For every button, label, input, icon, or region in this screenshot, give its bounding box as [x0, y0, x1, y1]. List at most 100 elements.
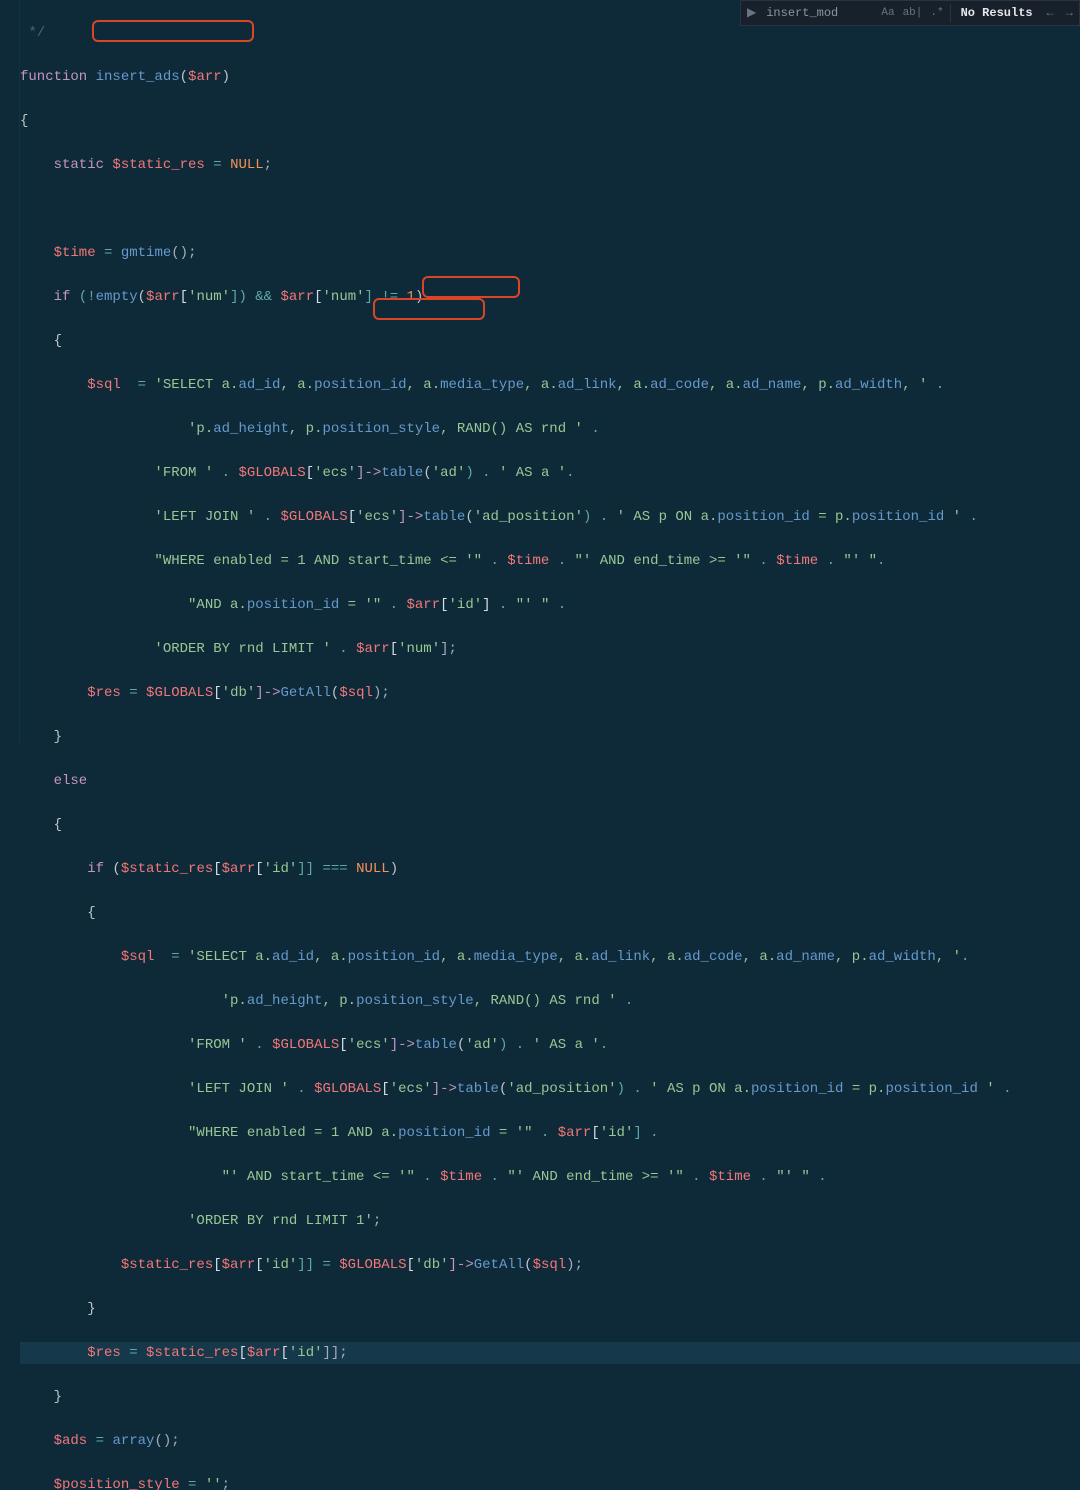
search-regex-toggle[interactable]: .*	[926, 2, 947, 24]
code-text: else	[20, 773, 87, 789]
code-text: "' AND start_time <= '"	[20, 1169, 415, 1185]
code-text: {	[20, 905, 96, 921]
code-text: , a.	[709, 377, 743, 393]
code-text: }	[20, 1301, 96, 1317]
code-text: $arr	[222, 861, 256, 877]
code-text: =	[180, 1477, 205, 1490]
code-text: 'p.	[20, 421, 213, 437]
code-text: [	[339, 1037, 347, 1053]
code-text: 'FROM '	[20, 1037, 247, 1053]
code-text: table	[423, 509, 465, 525]
code-text: $sql	[339, 685, 373, 701]
code-text: $static_res	[112, 157, 204, 173]
code-text: array	[112, 1433, 154, 1449]
code-text: 'ecs'	[390, 1081, 432, 1097]
code-text: 'ecs'	[314, 465, 356, 481]
code-text: .	[927, 377, 944, 393]
code-text: $GLOBALS	[339, 1257, 406, 1273]
code-text: "' "	[843, 553, 877, 569]
code-text: $GLOBALS	[314, 1081, 381, 1097]
code-text: [	[238, 1345, 246, 1361]
code-text: .	[491, 597, 516, 613]
code-text: .	[583, 421, 600, 437]
code-text: ad_link	[591, 949, 650, 965]
code-text: $sql	[20, 949, 154, 965]
code-text: if	[20, 289, 79, 305]
code-text: 'ad'	[465, 1037, 499, 1053]
code-text: 'SELECT a.	[154, 377, 238, 393]
code-text: .	[247, 1037, 272, 1053]
code-text: position_id	[852, 509, 944, 525]
search-bar: ▶ insert_mod Aa ab| .* No Results ← →	[740, 0, 1080, 26]
code-text: .	[961, 949, 969, 965]
code-text: 'ecs'	[348, 1037, 390, 1053]
code-text: position_id	[247, 597, 339, 613]
code-text: [	[440, 597, 448, 613]
code-text: $arr	[222, 1257, 256, 1273]
code-text: 'ad_position'	[474, 509, 583, 525]
code-text: .	[331, 641, 356, 657]
code-text: =	[96, 245, 121, 261]
code-text: function	[20, 69, 87, 85]
code-text: ]] =	[297, 1257, 339, 1273]
code-text: , p.	[322, 993, 356, 1009]
code-text: ();	[154, 1433, 179, 1449]
code-text: , a.	[407, 377, 441, 393]
code-text: }	[20, 729, 62, 745]
code-text: [	[306, 465, 314, 481]
code-text: '	[978, 1081, 995, 1097]
search-case-toggle[interactable]: Aa	[877, 2, 898, 24]
code-text: , a.	[314, 949, 348, 965]
code-text: insert_ads	[87, 69, 179, 85]
code-text: .	[533, 1125, 558, 1141]
code-text: 'p.	[20, 993, 247, 1009]
code-text: ;	[373, 1213, 381, 1229]
code-text: $position_style	[20, 1477, 180, 1490]
code-text: ();	[171, 245, 196, 261]
code-text: $time	[20, 245, 96, 261]
search-prev-icon[interactable]: ←	[1041, 2, 1060, 24]
code-text: .	[617, 993, 634, 1009]
code-text: {	[20, 817, 62, 833]
code-text: ' AS a '	[533, 1037, 600, 1053]
code-text: $GLOBALS	[272, 1037, 339, 1053]
code-text: ad_id	[272, 949, 314, 965]
code-text: , RAND() AS rnd '	[440, 421, 583, 437]
code-text: 'id'	[289, 1345, 323, 1361]
code-text: 'id'	[600, 1125, 634, 1141]
code-text: "' AND end_time >= '"	[507, 1169, 683, 1185]
code-text: 'LEFT JOIN '	[20, 1081, 289, 1097]
code-text: [	[255, 1257, 263, 1273]
code-text: {	[20, 333, 62, 349]
code-text: , a.	[440, 949, 474, 965]
code-text: [	[213, 861, 221, 877]
code-text: $res	[20, 1345, 121, 1361]
code-text: ad_width	[869, 949, 936, 965]
code-text: .	[381, 597, 406, 613]
code-text: [	[381, 1081, 389, 1097]
code-text: $arr	[146, 289, 180, 305]
code-text: ad_height	[247, 993, 323, 1009]
code-text: =	[154, 949, 188, 965]
code-text: "WHERE enabled = 1 AND a.	[20, 1125, 398, 1141]
code-text: =	[205, 157, 230, 173]
code-text: {	[20, 113, 28, 129]
search-word-toggle[interactable]: ab|	[899, 2, 927, 24]
search-expand-icon[interactable]: ▶	[741, 2, 762, 24]
code-text: (	[112, 861, 120, 877]
code-text: ]->	[255, 685, 280, 701]
code-text: 'ORDER BY rnd LIMIT '	[20, 641, 331, 657]
code-text: 'ad'	[432, 465, 466, 481]
code-text: GetAll	[281, 685, 331, 701]
code-editor[interactable]: */ function insert_ads($arr) { static $s…	[20, 0, 1080, 745]
code-text: (	[180, 69, 188, 85]
code-text: $GLOBALS	[238, 465, 305, 481]
code-text: .	[415, 1169, 440, 1185]
code-text: 'LEFT JOIN '	[20, 509, 255, 525]
search-input[interactable]: insert_mod	[762, 2, 877, 24]
code-text: $arr	[281, 289, 315, 305]
code-text: $time	[507, 553, 549, 569]
search-next-icon[interactable]: →	[1060, 2, 1079, 24]
code-text: ]->	[449, 1257, 474, 1273]
code-text: , a.	[558, 949, 592, 965]
